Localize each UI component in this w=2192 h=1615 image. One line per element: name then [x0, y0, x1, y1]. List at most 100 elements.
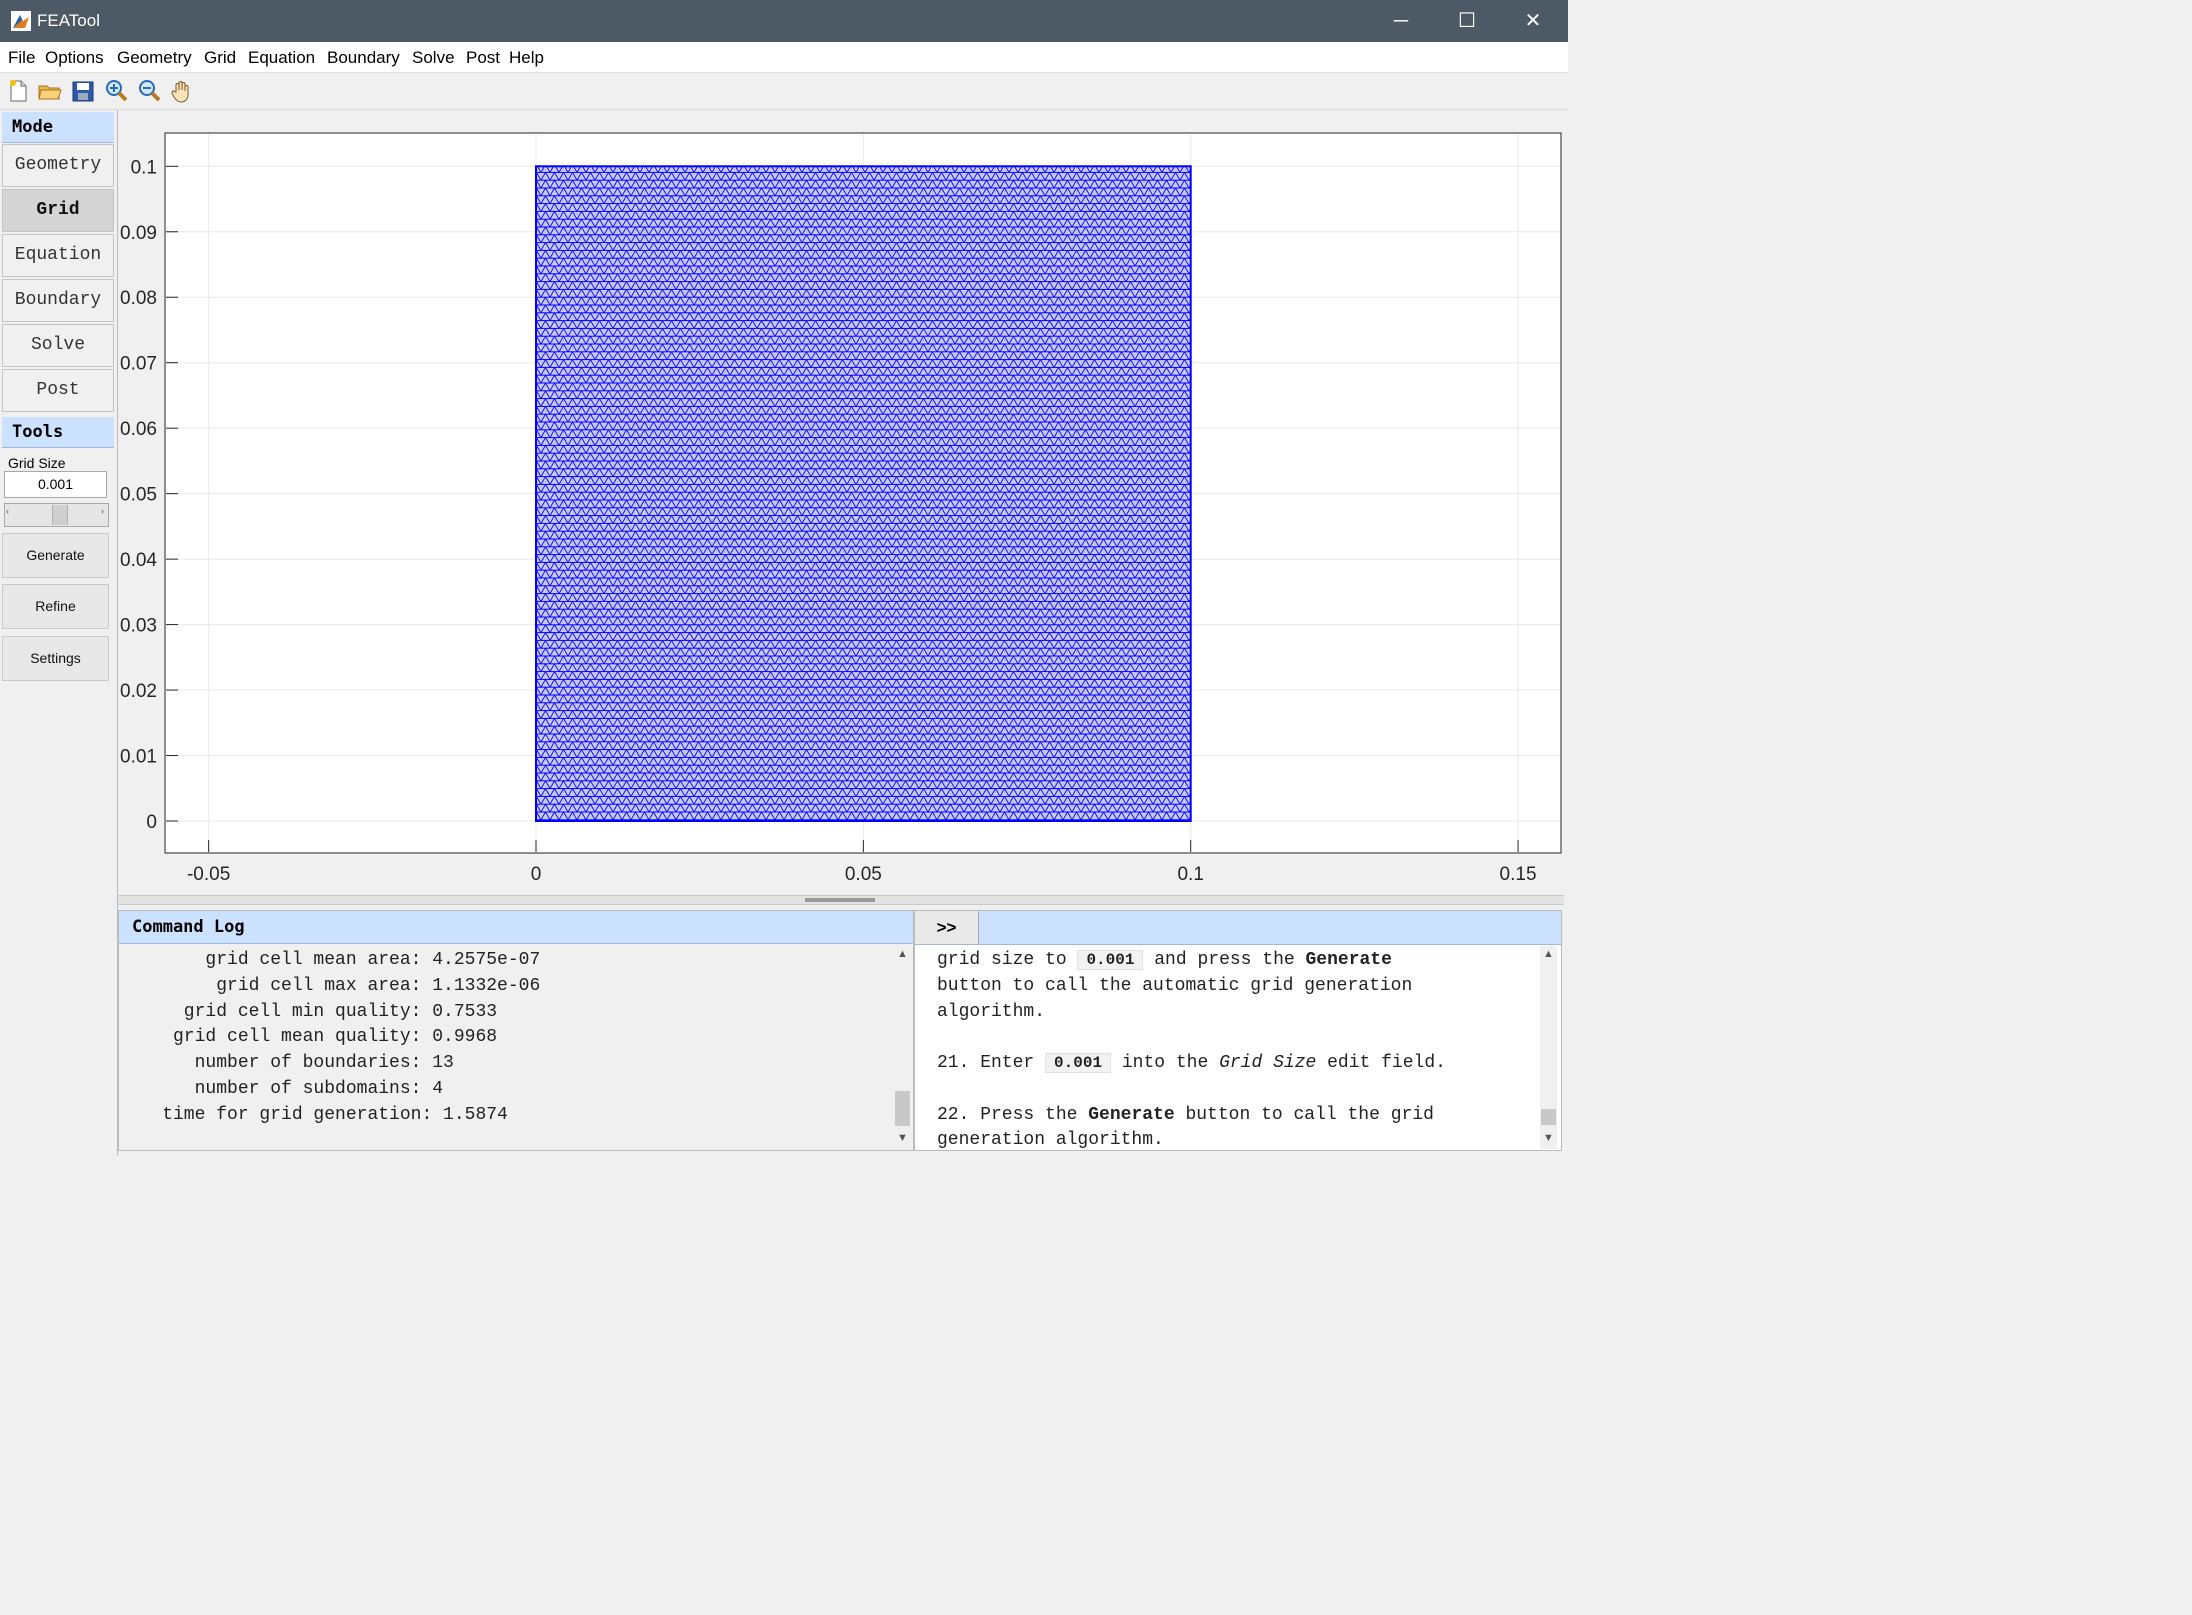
mode-solve-button[interactable]: Solve — [2, 324, 114, 367]
command-log-scrollbar[interactable]: ▲ ▼ — [894, 946, 911, 1149]
menu-grid[interactable]: Grid — [204, 48, 236, 68]
grid-size-label: Grid Size — [8, 455, 66, 471]
y-tick-label: 0.06 — [120, 419, 157, 440]
mode-grid-button[interactable]: Grid — [2, 189, 114, 232]
x-tick-label: 0 — [531, 864, 542, 885]
help-text: into the — [1111, 1053, 1220, 1073]
menu-post[interactable]: Post — [466, 48, 500, 68]
scroll-down-icon[interactable]: ▼ — [1540, 1132, 1557, 1148]
refine-button[interactable]: Refine — [2, 584, 109, 629]
mode-post-button[interactable]: Post — [2, 369, 114, 412]
y-tick-label: 0.03 — [120, 616, 157, 637]
menu-solve[interactable]: Solve — [412, 48, 455, 68]
mode-header: Mode — [2, 112, 114, 143]
mesh — [535, 165, 1192, 823]
open-folder-icon[interactable] — [37, 78, 63, 104]
menu-geometry[interactable]: Geometry — [117, 48, 192, 68]
generate-button[interactable]: Generate — [2, 533, 109, 578]
panel-splitter[interactable] — [118, 895, 1564, 905]
help-text: 21. Enter — [937, 1053, 1046, 1073]
help-text: button to call the grid — [1174, 1105, 1434, 1125]
y-tick-label: 0.02 — [120, 681, 157, 702]
slider-right-arrow-icon[interactable]: › — [101, 506, 109, 516]
y-tick-label: 0.1 — [131, 157, 157, 178]
y-tick-label: 0 — [146, 812, 157, 833]
grid-plot[interactable]: -0.05 0 0.05 0.1 0.15 0 0.01 0.02 0.03 0.04 0.05 0… — [118, 110, 1566, 890]
help-line: algorithm. — [937, 1002, 1046, 1022]
zoom-out-icon[interactable] — [136, 78, 162, 104]
scroll-down-icon[interactable]: ▼ — [894, 1132, 911, 1148]
help-line: grid size to 0.001 and press the Generat… — [937, 950, 1392, 970]
maximize-button[interactable]: ☐ — [1434, 0, 1500, 42]
menu-equation[interactable]: Equation — [248, 48, 315, 68]
y-tick-label: 0.08 — [120, 288, 157, 309]
generate-ref: Generate — [1305, 950, 1392, 970]
mesh-elements — [536, 166, 1191, 822]
expand-help-button[interactable]: >> — [915, 911, 979, 944]
help-line: button to call the automatic grid genera… — [937, 976, 1413, 996]
help-panel: >> grid size to 0.001 and press the Gene… — [914, 910, 1562, 1151]
grid-size-code: 0.001 — [1077, 950, 1144, 970]
pan-hand-icon[interactable] — [169, 78, 195, 104]
scroll-thumb[interactable] — [1541, 1109, 1556, 1125]
mode-equation-button[interactable]: Equation — [2, 234, 114, 277]
generate-ref: Generate — [1088, 1105, 1175, 1125]
menu-options[interactable]: Options — [45, 48, 104, 68]
y-tick-label: 0.07 — [120, 354, 157, 375]
save-icon[interactable] — [70, 78, 96, 104]
y-tick-label: 0.01 — [120, 747, 157, 768]
zoom-in-icon[interactable] — [103, 78, 129, 104]
help-line: 22. Press the Generate button to call th… — [937, 1105, 1434, 1125]
help-text: edit field. — [1316, 1053, 1446, 1073]
command-log-panel: Command Log grid cell mean area: 4.2575e… — [118, 910, 914, 1151]
grid-size-slider[interactable]: ‹ › — [4, 503, 109, 527]
help-header: >> — [915, 911, 1561, 945]
log-line: grid cell max area: 1.1332e-06 — [119, 976, 541, 996]
scroll-up-icon[interactable]: ▲ — [1540, 948, 1557, 964]
x-tick-label: -0.05 — [187, 864, 230, 885]
grid-size-code: 0.001 — [1045, 1053, 1112, 1073]
help-scrollbar[interactable]: ▲ ▼ — [1540, 946, 1557, 1149]
y-tick-label: 0.05 — [120, 485, 157, 506]
plot-panel: -0.05 0 0.05 0.1 0.15 0 0.01 0.02 0.03 0.04 0.05 0… — [118, 110, 1566, 890]
menu-bar: File Options Geometry Grid Equation Boun… — [0, 42, 1568, 73]
log-line: grid cell min quality: 0.7533 — [119, 1002, 498, 1022]
mode-sidebar: Mode Geometry Grid Equation Boundary Sol… — [0, 110, 118, 1155]
log-line: grid cell mean area: 4.2575e-07 — [119, 950, 541, 970]
title-bar: FEATool ─ ☐ ✕ — [0, 0, 1568, 42]
command-log-title: Command Log — [119, 911, 913, 944]
log-line: number of subdomains: 4 — [119, 1079, 444, 1099]
slider-thumb[interactable] — [52, 505, 68, 525]
grid-size-input[interactable]: 0.001 — [4, 471, 107, 498]
help-line: generation algorithm. — [937, 1130, 1164, 1150]
close-button[interactable]: ✕ — [1500, 0, 1566, 42]
settings-button[interactable]: Settings — [2, 636, 109, 681]
slider-left-arrow-icon[interactable]: ‹ — [6, 506, 14, 516]
menu-boundary[interactable]: Boundary — [327, 48, 400, 68]
y-tick-label: 0.09 — [120, 223, 157, 244]
x-tick-label: 0.15 — [1500, 864, 1537, 885]
featool-app-icon — [11, 11, 31, 31]
log-line: time for grid generation: 1.5874 — [119, 1105, 508, 1125]
help-line: 21. Enter 0.001 into the Grid Size edit … — [937, 1053, 1446, 1073]
tools-header: Tools — [2, 417, 114, 448]
mode-geometry-button[interactable]: Geometry — [2, 144, 114, 187]
x-tick-label: 0.05 — [845, 864, 882, 885]
scroll-thumb[interactable] — [895, 1091, 910, 1126]
help-text: grid size to — [937, 950, 1078, 970]
y-tick-label: 0.04 — [120, 550, 157, 571]
new-file-icon[interactable] — [5, 78, 31, 104]
grid-size-ref: Grid Size — [1219, 1053, 1317, 1073]
help-text: and press the — [1143, 950, 1306, 970]
splitter-grip[interactable] — [805, 898, 875, 902]
mode-boundary-button[interactable]: Boundary — [2, 279, 114, 322]
toolbar — [0, 73, 1568, 110]
help-text: 22. Press the — [937, 1105, 1089, 1125]
minimize-button[interactable]: ─ — [1368, 0, 1434, 42]
window-title: FEATool — [37, 11, 100, 30]
menu-help[interactable]: Help — [509, 48, 544, 68]
scroll-up-icon[interactable]: ▲ — [894, 948, 911, 964]
menu-file[interactable]: File — [8, 48, 35, 68]
x-tick-label: 0.1 — [1177, 864, 1203, 885]
log-line: grid cell mean quality: 0.9968 — [119, 1027, 498, 1047]
